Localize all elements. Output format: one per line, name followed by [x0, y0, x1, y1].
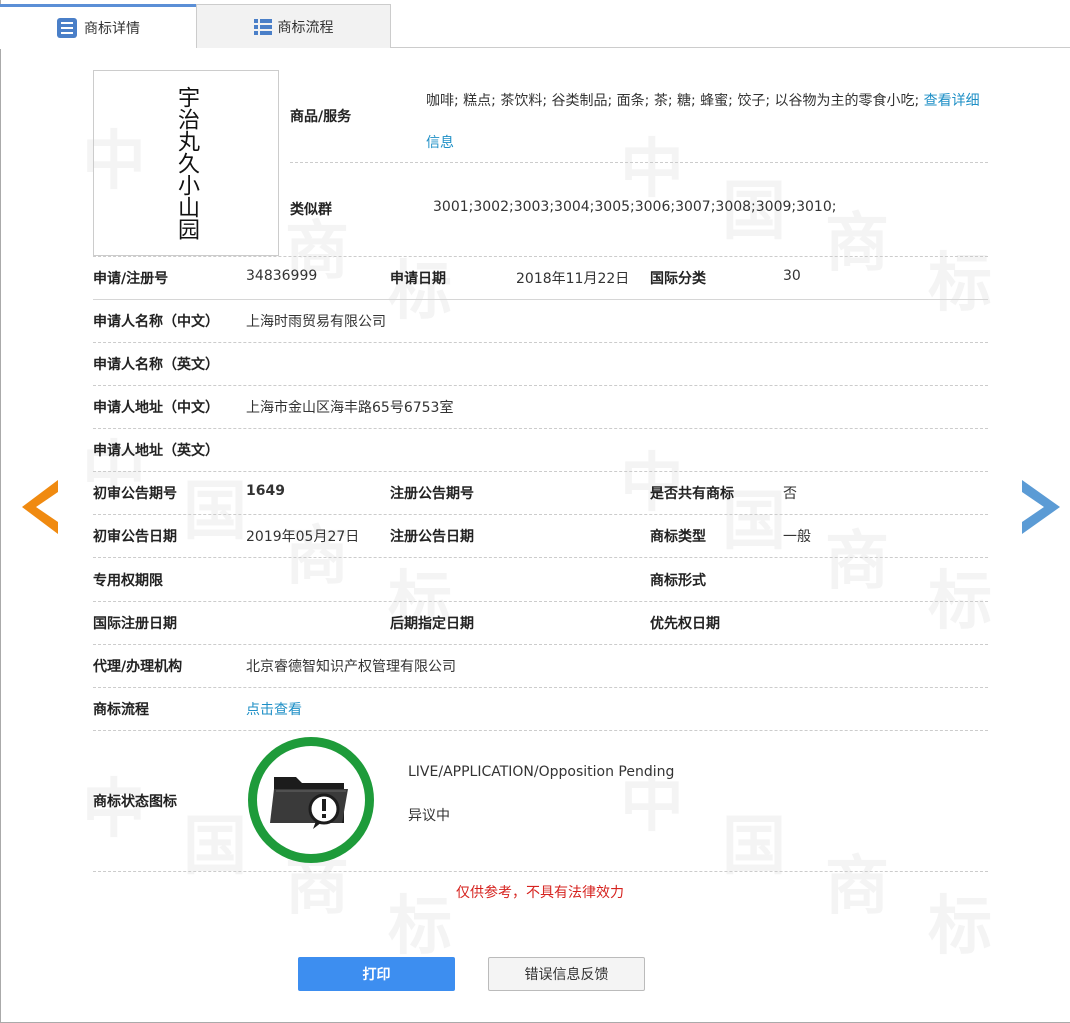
next-arrow-icon[interactable]: [1022, 480, 1060, 538]
prelim-no-value: 1649: [246, 483, 285, 499]
prev-arrow-icon[interactable]: [22, 480, 60, 538]
divider: [93, 557, 988, 558]
divider: [93, 256, 988, 257]
tab-trademark-details-label: 商标详情: [84, 21, 140, 37]
agent-label: 代理/办理机构: [93, 659, 183, 675]
mark-type-label: 商标类型: [650, 529, 706, 545]
prelim-no-label: 初审公告期号: [93, 486, 177, 502]
divider: [93, 601, 988, 602]
divider: [93, 644, 988, 645]
folder-alert-icon: [266, 763, 356, 837]
prelim-date-value: 2019年05月27日: [246, 529, 360, 545]
divider: [93, 299, 988, 300]
exclusive-term-label: 专用权期限: [93, 573, 163, 589]
prelim-date-label: 初审公告日期: [93, 529, 177, 545]
status-icon-label: 商标状态图标: [93, 794, 177, 810]
reg-no-label: 申请/注册号: [93, 271, 169, 287]
list-icon: [253, 18, 272, 36]
divider: [93, 342, 988, 343]
flow-label: 商标流程: [93, 702, 149, 718]
intl-class-value: 30: [783, 268, 801, 284]
divider: [93, 428, 988, 429]
applicant-en-label: 申请人名称（英文）: [93, 357, 219, 373]
address-cn-value: 上海市金山区海丰路65号6753室: [246, 400, 454, 416]
divider: [93, 514, 988, 515]
status-en-text: LIVE/APPLICATION/Opposition Pending: [408, 764, 675, 780]
divider: [93, 871, 988, 872]
address-en-label: 申请人地址（英文）: [93, 443, 219, 459]
divider: [93, 385, 988, 386]
applicant-cn-label: 申请人名称（中文）: [93, 314, 219, 330]
tab-trademark-details[interactable]: 商标详情: [0, 4, 196, 49]
document-list-icon: [56, 17, 78, 39]
reg-no-value: 34836999: [246, 268, 318, 284]
priority-date-label: 优先权日期: [650, 616, 720, 632]
tab-bar: 商标详情 商标流程: [0, 0, 1070, 49]
goods-text: 咖啡; 糕点; 茶饮料; 谷类制品; 面条; 茶; 糖; 蜂蜜; 饺子; 以谷物…: [426, 93, 920, 109]
later-date-label: 后期指定日期: [390, 616, 474, 632]
app-date-label: 申请日期: [390, 271, 446, 287]
shared-mark-value: 否: [783, 486, 797, 502]
agent-value: 北京睿德智知识产权管理有限公司: [246, 659, 456, 675]
mark-form-label: 商标形式: [650, 573, 706, 589]
reg-pub-date-label: 注册公告日期: [390, 529, 474, 545]
tab-trademark-flow[interactable]: 商标流程: [196, 4, 391, 48]
divider: [290, 162, 988, 163]
goods-value: 咖啡; 糕点; 茶饮料; 谷类制品; 面条; 茶; 糖; 蜂蜜; 饺子; 以谷物…: [426, 80, 986, 164]
divider: [93, 687, 988, 688]
status-badge: [248, 737, 374, 863]
print-button[interactable]: 打印: [298, 957, 455, 991]
divider: [93, 471, 988, 472]
divider: [93, 730, 988, 731]
trademark-text: 宇治丸久小山园: [174, 86, 199, 240]
intl-class-label: 国际分类: [650, 271, 706, 287]
address-cn-label: 申请人地址（中文）: [93, 400, 219, 416]
flow-view-link[interactable]: 点击查看: [246, 699, 302, 719]
disclaimer: 仅供参考，不具有法律效力: [456, 885, 624, 901]
trademark-image: 宇治丸久小山园: [93, 70, 279, 256]
mark-type-value: 一般: [783, 529, 811, 545]
applicant-cn-value: 上海时雨贸易有限公司: [246, 314, 386, 330]
app-date-value: 2018年11月22日: [516, 271, 630, 287]
intl-reg-date-label: 国际注册日期: [93, 616, 177, 632]
goods-label: 商品/服务: [290, 109, 352, 125]
similar-group-label: 类似群: [290, 202, 332, 218]
tab-trademark-flow-label: 商标流程: [277, 19, 334, 36]
shared-mark-label: 是否共有商标: [650, 486, 734, 502]
similar-group-value: 3001;3002;3003;3004;3005;3006;3007;3008;…: [433, 199, 837, 215]
feedback-button[interactable]: 错误信息反馈: [488, 957, 645, 991]
status-cn-text: 异议中: [408, 808, 450, 824]
reg-pub-no-label: 注册公告期号: [390, 486, 474, 502]
